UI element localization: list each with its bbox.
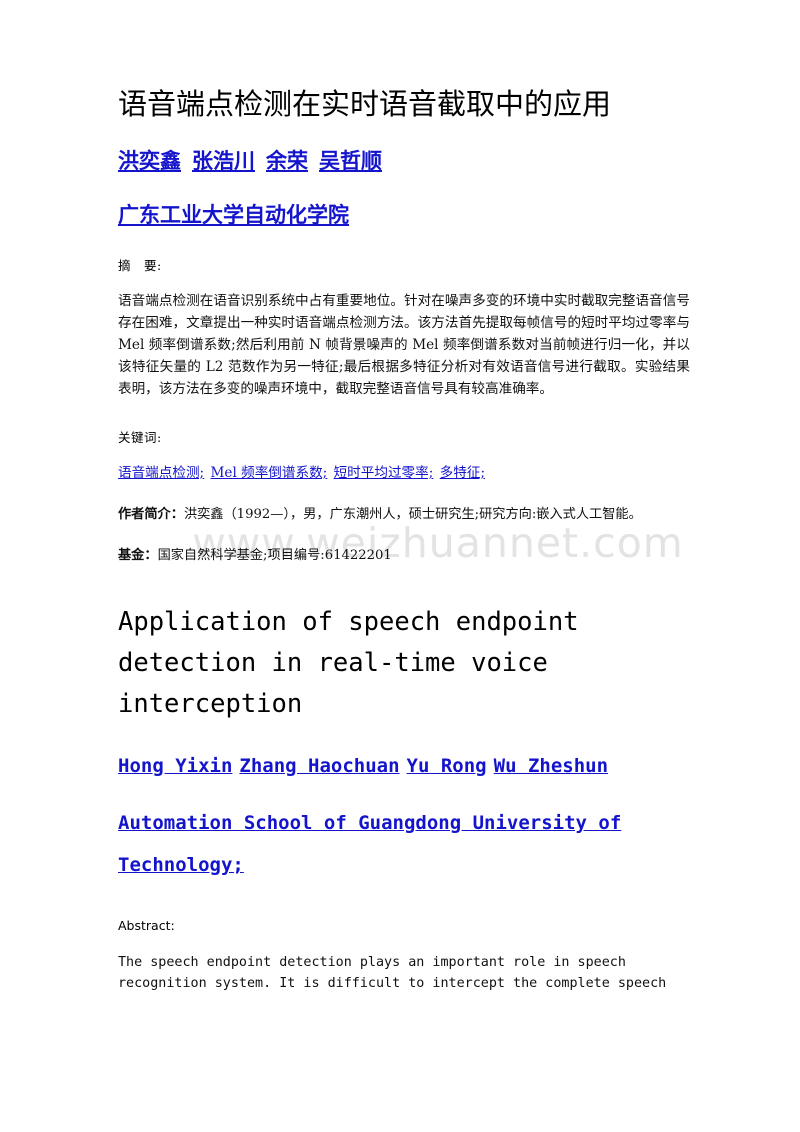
chinese-author-list: 洪奕鑫 张浩川 余荣 吴哲顺 xyxy=(118,122,690,174)
keyword-link[interactable]: 语音端点检测; xyxy=(118,463,204,485)
english-affiliation: Automation School of Guangdong Universit… xyxy=(118,779,690,887)
english-author-list: Hong Yixin Zhang Haochuan Yu Rong Wu Zheshu… xyxy=(118,725,690,780)
chinese-keywords-label: 关键词: xyxy=(118,430,162,446)
english-affiliation-link[interactable]: Automation School of Guangdong Universit… xyxy=(118,803,660,887)
keyword-link[interactable]: 短时平均过零率; xyxy=(334,463,434,485)
author-bio-label: 作者简介： xyxy=(118,506,184,522)
chinese-abstract-label: 摘要: xyxy=(118,228,690,275)
keyword-link[interactable]: 多特征; xyxy=(440,463,485,485)
english-title: Application of speech endpoint detection… xyxy=(118,607,579,720)
english-abstract-text: The speech endpoint detection plays an i… xyxy=(118,954,667,992)
funding-label: 基金： xyxy=(118,548,158,564)
chinese-author-link[interactable]: 张浩川 xyxy=(192,147,255,174)
chinese-affiliation-link[interactable]: 广东工业大学自动化学院 xyxy=(118,201,349,228)
keyword-link[interactable]: Mel 频率倒谱系数; xyxy=(210,463,327,485)
document-page: www.weizhuannet.com 语音端点检测在实时语音截取中的应用 洪奕… xyxy=(0,0,800,1132)
chinese-keyword-list: 语音端点检测; Mel 频率倒谱系数; 短时平均过零率; 多特征; xyxy=(118,447,690,485)
chinese-abstract-text: 语音端点检测在语音识别系统中占有重要地位。针对在噪声多变的环境中实时截取完整语音… xyxy=(118,293,690,398)
chinese-title: 语音端点检测在实时语音截取中的应用 xyxy=(118,87,612,121)
english-author-link[interactable]: Zhang Haochuan xyxy=(239,753,399,780)
chinese-author-link[interactable]: 吴哲顺 xyxy=(319,147,382,174)
funding-text: 国家自然科学基金;项目编号:61422201 xyxy=(157,548,392,564)
chinese-affiliation: 广东工业大学自动化学院 xyxy=(118,175,690,228)
chinese-author-link[interactable]: 余荣 xyxy=(266,147,308,174)
author-bio-text: 洪奕鑫（1992—），男，广东潮州人，硕士研究生;研究方向:嵌入式人工智能。 xyxy=(183,506,642,522)
document-content: 语音端点检测在实时语音截取中的应用 洪奕鑫 张浩川 余荣 吴哲顺 广东工业大学自动化学… xyxy=(0,0,800,995)
author-bio-row: 作者简介：洪奕鑫（1992—），男，广东潮州人，硕士研究生;研究方向:嵌入式人工… xyxy=(118,485,690,525)
english-author-link[interactable]: Yu Rong xyxy=(407,753,487,780)
abstract-label-char2: 要: xyxy=(144,257,162,273)
english-author-link[interactable]: Wu Zheshun xyxy=(494,753,608,780)
abstract-label-char1: 摘 xyxy=(118,257,132,273)
english-author-link[interactable]: Hong Yixin xyxy=(118,753,232,780)
funding-row: 基金：国家自然科学基金;项目编号:61422201 xyxy=(118,525,690,566)
english-abstract-label: Abstract: xyxy=(118,918,175,933)
chinese-author-link[interactable]: 洪奕鑫 xyxy=(118,147,181,174)
